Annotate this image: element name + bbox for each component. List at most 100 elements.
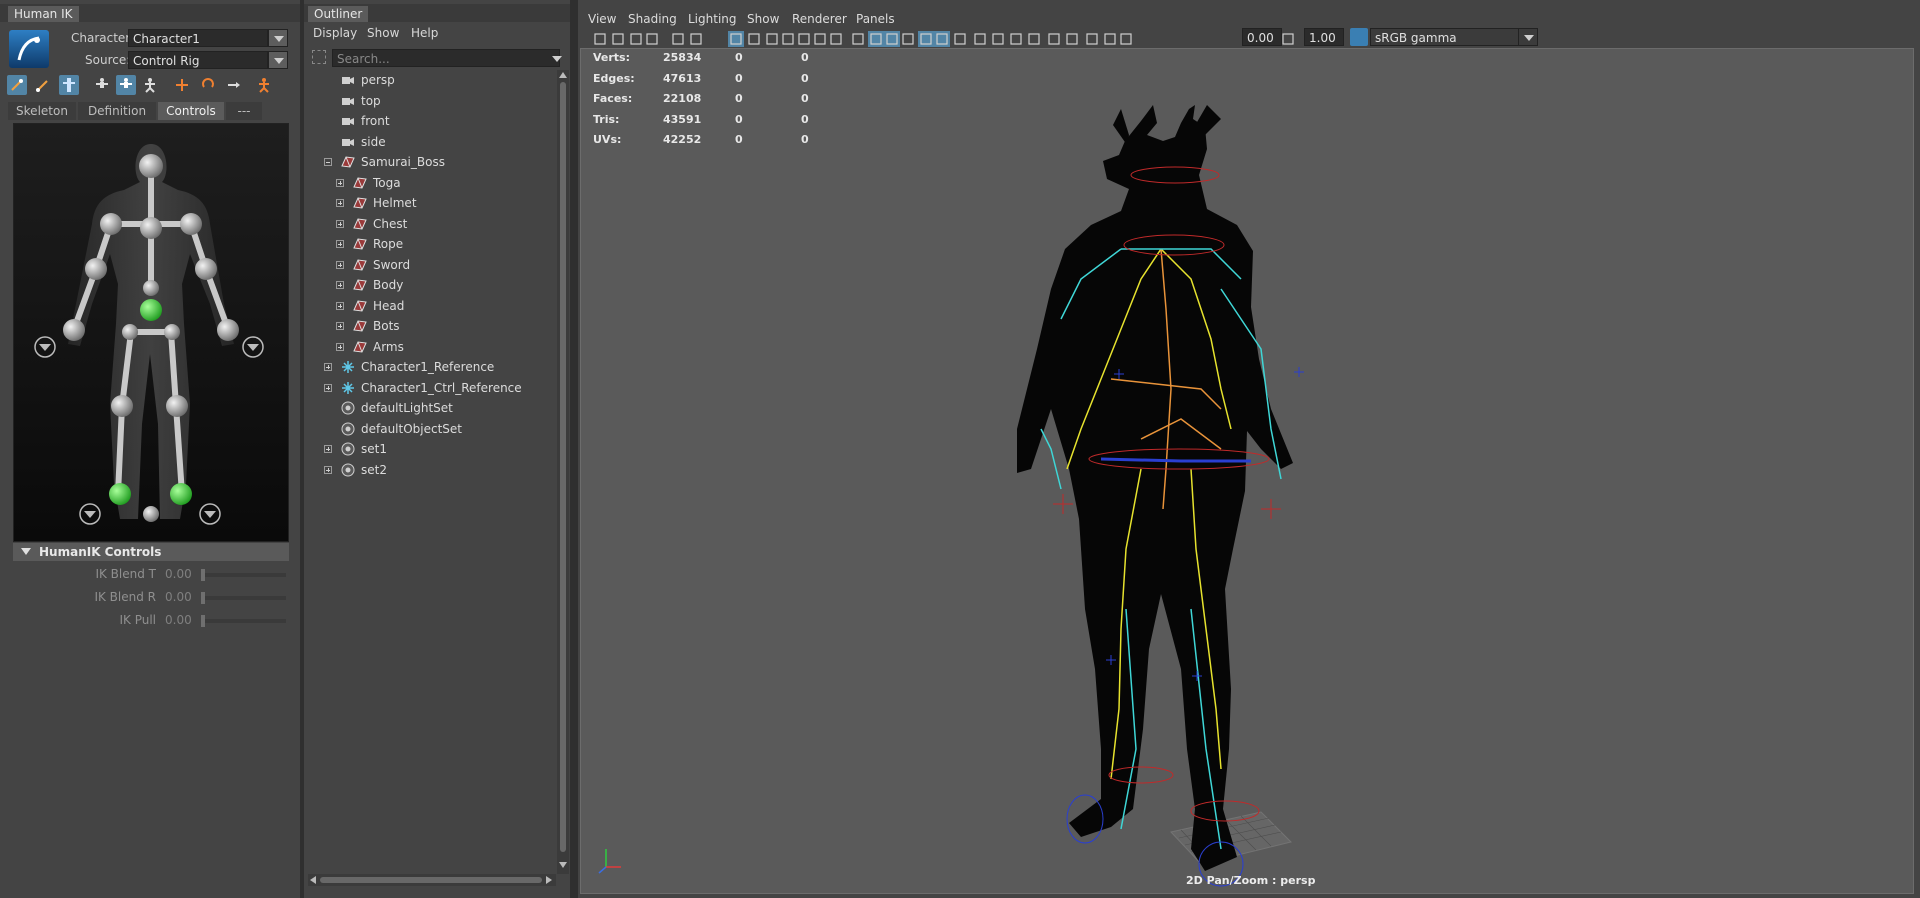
subtab-skeleton[interactable]: Skeleton — [8, 102, 76, 120]
outliner-item[interactable]: top — [304, 91, 556, 111]
expand-icon[interactable] — [324, 465, 332, 474]
film-gate-icon[interactable] — [746, 31, 762, 47]
depth-of-field-icon[interactable] — [1102, 31, 1118, 47]
ik-pull-track[interactable] — [202, 619, 286, 623]
ik-blend-t-track[interactable] — [202, 573, 286, 577]
expand-icon[interactable] — [336, 301, 344, 310]
outliner-item[interactable]: side — [304, 132, 556, 152]
outliner-menu-help[interactable]: Help — [411, 26, 438, 40]
motion-blur-icon[interactable] — [1026, 31, 1042, 47]
expand-icon[interactable] — [336, 260, 344, 269]
outliner-item[interactable]: front — [304, 111, 556, 131]
expand-icon[interactable] — [336, 281, 344, 289]
outliner-filter-icon[interactable] — [312, 50, 326, 64]
grid-icon[interactable] — [728, 31, 744, 47]
humanik-controls-header[interactable]: HumanIK Controls — [13, 543, 289, 561]
select-camera-icon[interactable] — [592, 31, 608, 47]
scroll-left-icon[interactable] — [310, 876, 316, 884]
outliner-vscroll[interactable] — [557, 70, 569, 874]
search-dropdown-arrow-icon[interactable] — [552, 56, 562, 62]
xray-icon[interactable] — [918, 31, 934, 47]
outliner-item[interactable]: Rope — [304, 234, 556, 254]
expand-icon[interactable] — [336, 199, 344, 207]
color-space-dropdown[interactable]: sRGB gamma — [1370, 28, 1520, 46]
exposure-icon[interactable] — [1118, 31, 1134, 47]
collapse-icon[interactable] — [324, 158, 332, 166]
outliner-item[interactable]: Toga — [304, 173, 556, 193]
ik-blend-t-value[interactable]: 0.00 — [165, 567, 192, 581]
resolution-gate-icon[interactable] — [764, 31, 780, 47]
exposure-field[interactable]: 0.00 — [1242, 28, 1282, 46]
camera-attributes-icon[interactable] — [610, 31, 626, 47]
pin-translate-icon[interactable] — [172, 75, 192, 95]
outliner-item[interactable]: Sword — [304, 255, 556, 275]
outliner-tab[interactable]: Outliner — [308, 6, 369, 22]
subtab-more[interactable]: --- — [226, 102, 262, 120]
viewport-3d-view[interactable]: Verts: 25834 0 0 Edges: 47613 0 0 Faces: 22108 0 0 T… — [580, 48, 1914, 894]
shaded-wireframe-icon[interactable] — [884, 31, 900, 47]
outliner-item[interactable]: Body — [304, 275, 556, 295]
shadows-icon[interactable] — [990, 31, 1006, 47]
expand-icon[interactable] — [336, 342, 344, 351]
isolate-select-icon[interactable] — [1046, 31, 1062, 47]
bone-icon[interactable] — [33, 75, 53, 95]
body-part-icon[interactable] — [92, 75, 112, 95]
expand-icon[interactable] — [324, 363, 332, 371]
outliner-item[interactable]: Samurai_Boss — [304, 152, 556, 172]
outliner-item[interactable]: Chest — [304, 214, 556, 234]
xray-joints-icon[interactable] — [934, 31, 950, 47]
grease-pencil-icon[interactable] — [688, 31, 704, 47]
field-chart-icon[interactable] — [796, 31, 812, 47]
outliner-item[interactable]: Character1_Reference — [304, 357, 556, 377]
outliner-item[interactable]: Helmet — [304, 193, 556, 213]
outliner-hscroll-thumb[interactable] — [320, 877, 542, 883]
outliner-search-input[interactable]: Search... — [332, 49, 560, 67]
expand-icon[interactable] — [324, 445, 332, 453]
outliner-item[interactable]: persp — [304, 70, 556, 90]
ambient-occlusion-icon[interactable] — [1008, 31, 1024, 47]
camera-2d-icon[interactable] — [670, 31, 686, 47]
outliner-menu-display[interactable]: Display — [313, 26, 357, 40]
outliner-item[interactable]: Bots — [304, 316, 556, 336]
character-dropdown-arrow[interactable] — [268, 29, 288, 47]
outliner-item[interactable]: Head — [304, 296, 556, 316]
gate-mask-icon[interactable] — [780, 31, 796, 47]
pin-icon[interactable] — [7, 75, 27, 95]
scroll-right-icon[interactable] — [546, 876, 552, 884]
textured-icon[interactable] — [952, 31, 968, 47]
default-material-icon[interactable] — [900, 31, 916, 47]
ik-pull-value[interactable]: 0.00 — [165, 613, 192, 627]
safe-action-icon[interactable] — [812, 31, 828, 47]
safe-title-icon[interactable] — [828, 31, 844, 47]
ik-blend-r-value[interactable]: 0.00 — [165, 590, 192, 604]
xray-active-icon[interactable] — [1064, 31, 1080, 47]
stance-icon[interactable] — [140, 75, 160, 95]
unpin-icon[interactable] — [224, 75, 244, 95]
multisample-icon[interactable] — [1084, 31, 1100, 47]
smooth-shade-icon[interactable] — [868, 31, 884, 47]
lights-icon[interactable] — [972, 31, 988, 47]
subtab-controls[interactable]: Controls — [158, 102, 224, 120]
gamma-icon[interactable] — [1280, 31, 1296, 47]
outliner-vscroll-thumb[interactable] — [560, 82, 566, 852]
ik-blend-t-knob[interactable] — [201, 569, 205, 581]
subtab-definition[interactable]: Definition — [78, 102, 156, 120]
scroll-down-icon[interactable] — [559, 862, 567, 868]
full-body-icon[interactable] — [59, 75, 79, 95]
wireframe-icon[interactable] — [850, 31, 866, 47]
ik-pull-knob[interactable] — [201, 615, 205, 627]
ik-blend-r-knob[interactable] — [201, 592, 205, 604]
source-dropdown-arrow[interactable] — [268, 51, 288, 69]
expand-icon[interactable] — [336, 178, 344, 187]
character-dropdown[interactable]: Character1 — [128, 29, 268, 47]
scroll-up-icon[interactable] — [559, 72, 567, 78]
gamma-field[interactable]: 1.00 — [1304, 28, 1344, 46]
selected-body-icon[interactable] — [116, 75, 136, 95]
outliner-item[interactable]: defaultLightSet — [304, 398, 556, 418]
outliner-hscroll[interactable] — [308, 874, 556, 886]
outliner-item[interactable]: Arms — [304, 337, 556, 357]
expand-icon[interactable] — [336, 219, 344, 228]
outliner-menu-show[interactable]: Show — [367, 26, 399, 40]
color-space-icon[interactable] — [1350, 28, 1368, 46]
source-dropdown[interactable]: Control Rig — [128, 51, 268, 69]
